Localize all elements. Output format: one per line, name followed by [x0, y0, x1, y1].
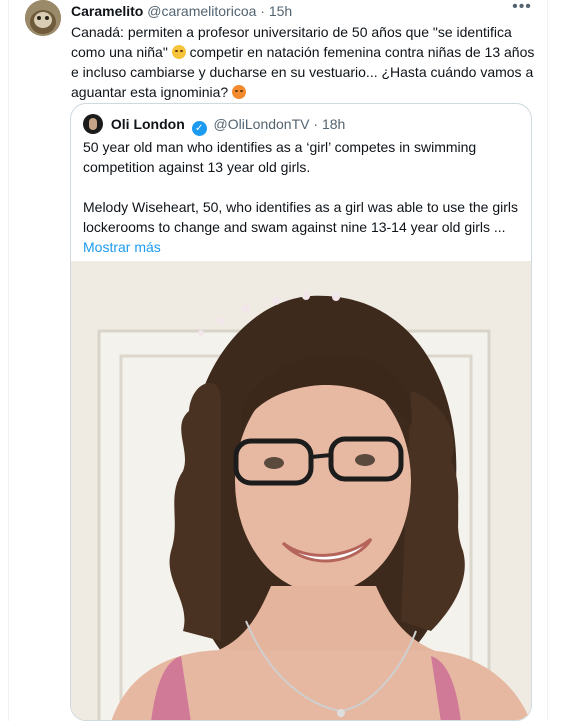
display-name[interactable]: Caramelito [71, 3, 143, 19]
tweet-header: Caramelito @caramelitoricoa · 15h [71, 2, 531, 20]
quoted-tweet-photo[interactable] [71, 261, 531, 720]
more-horizontal-icon[interactable]: ••• [511, 0, 533, 18]
angry-face-emoji-icon [232, 85, 247, 99]
quoted-display-name[interactable]: Oli London [111, 116, 185, 132]
quoted-separator: · [313, 116, 319, 132]
user-handle[interactable]: @caramelitoricoa [147, 3, 256, 19]
quoted-user-handle[interactable]: @OliLondonTV [214, 116, 310, 132]
quoted-avatar[interactable] [83, 114, 103, 134]
unamused-face-emoji-icon [171, 45, 186, 59]
quoted-tweet-text: 50 year old man who identifies as a ‘gir… [83, 137, 519, 257]
quoted-timestamp[interactable]: 18h [322, 116, 345, 132]
tweet-text: Canadá: permiten a profesor universitari… [71, 22, 543, 102]
verified-badge-icon: ✓ [191, 121, 207, 136]
quoted-paragraph-1: 50 year old man who identifies as a ‘gir… [83, 139, 477, 175]
quoted-paragraph-2: Melody Wiseheart, 50, who identifies as … [83, 199, 518, 235]
separator: · [260, 3, 265, 19]
show-more-link[interactable]: Mostrar más [83, 239, 161, 255]
quoted-tweet[interactable]: Oli London ✓ @OliLondonTV · 18h 50 year … [70, 103, 532, 721]
timestamp[interactable]: 15h [269, 3, 292, 19]
quoted-tweet-header: Oli London ✓ @OliLondonTV · 18h [83, 114, 519, 136]
avatar[interactable] [25, 0, 61, 36]
